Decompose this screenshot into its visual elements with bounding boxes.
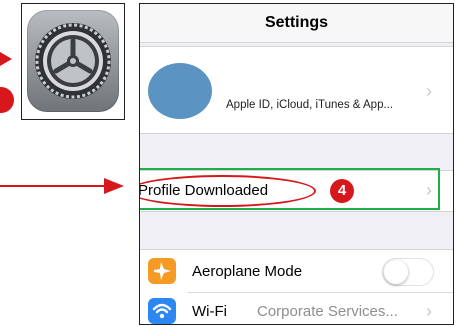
wifi-row[interactable]: Wi-Fi Corporate Services... ›: [140, 292, 453, 324]
wifi-icon: [148, 298, 176, 324]
wifi-label: Wi-Fi: [192, 303, 227, 320]
page-title: Settings: [264, 14, 329, 31]
apple-id-label: Apple ID, iCloud, iTunes & App...: [226, 99, 394, 111]
aeroplane-icon: [148, 258, 176, 284]
annotation-arrow-line: [0, 185, 108, 187]
step-badge: 4: [330, 179, 354, 203]
chevron-right-icon: ›: [426, 180, 432, 200]
chevron-right-icon: ›: [426, 81, 432, 101]
settings-gear-icon[interactable]: [27, 10, 119, 112]
apple-id-row[interactable]: Apple ID, iCloud, iTunes & App... ›: [140, 46, 453, 134]
toggle-knob: [384, 260, 408, 284]
profile-downloaded-row[interactable]: Profile Downloaded 4 ›: [140, 168, 453, 212]
app-icon-frame: [21, 3, 125, 120]
chevron-right-icon: ›: [426, 301, 432, 321]
settings-screen: Settings Apple ID, iCloud, iTunes & App.…: [139, 3, 454, 325]
arrow-icon: [0, 52, 12, 66]
aeroplane-mode-toggle[interactable]: [382, 258, 434, 286]
aeroplane-mode-label: Aeroplane Mode: [192, 263, 303, 280]
nav-bar: Settings: [140, 4, 453, 43]
wifi-network-value: Corporate Services...: [257, 303, 398, 320]
connectivity-group: Aeroplane Mode Wi-Fi Corporate Services.…: [140, 249, 453, 324]
arrow-head-icon: [104, 178, 124, 194]
aeroplane-mode-row: Aeroplane Mode: [140, 252, 453, 293]
avatar: [148, 63, 212, 119]
gear-icon: [35, 23, 111, 99]
step-badge-left: [0, 87, 14, 113]
